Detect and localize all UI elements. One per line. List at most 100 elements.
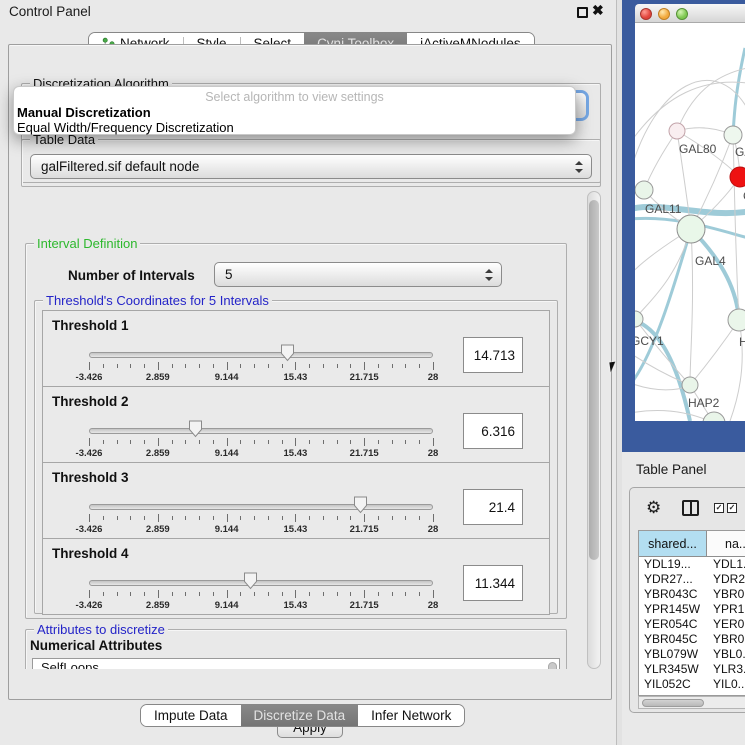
threshold-value-box[interactable]: 11.344: [463, 565, 523, 601]
screen: Control Panel ✖ NetworkStyleSelectCyni T…: [0, 0, 745, 745]
slider-handle[interactable]: [353, 496, 368, 514]
cell-shared-name[interactable]: YLR345W: [639, 662, 707, 677]
slider-track[interactable]: [89, 504, 433, 510]
checkbox-icon[interactable]: ✓: [714, 503, 724, 513]
thresholds-group: Threshold's Coordinates for 5 Intervals …: [34, 300, 558, 614]
node-gal11[interactable]: [635, 181, 653, 199]
column-header-shared[interactable]: shared...: [639, 531, 707, 556]
cell-shared-name[interactable]: YBR043C: [639, 587, 707, 602]
network-canvas[interactable]: GAL80GACGAL11GAL4GCY1HHAP2: [635, 23, 745, 421]
checkbox-icon[interactable]: ✓: [727, 503, 737, 513]
node-bottom[interactable]: [703, 412, 725, 421]
cell-name[interactable]: YLR3...: [707, 662, 745, 677]
table-row[interactable]: YLR345WYLR3...: [639, 662, 745, 677]
threshold-panel: Threshold 4 -3.4262.8599.14415.4321.7152…: [42, 538, 550, 615]
slider-handle[interactable]: [243, 572, 258, 590]
threshold-slider[interactable]: -3.4262.8599.14415.4321.71528: [89, 311, 433, 388]
number-of-intervals-combo[interactable]: 5: [214, 262, 502, 287]
cell-shared-name[interactable]: YBL079W: [639, 647, 707, 662]
horizontal-scrollbar-thumb[interactable]: [642, 699, 704, 707]
attribute-item[interactable]: SelfLoops: [33, 659, 559, 669]
node-table[interactable]: shared... na... YDL19...YDL1...YDR27...Y…: [638, 530, 745, 696]
table-panel: ⚙ ✓ ✓ shared... na... YDL19...YDL1...YDR…: [629, 487, 745, 713]
network-window-titlebar: [635, 4, 745, 23]
cell-name[interactable]: YER0...: [707, 617, 745, 632]
table-horizontal-scrollbar[interactable]: [638, 696, 745, 709]
threshold-slider[interactable]: -3.4262.8599.14415.4321.71528: [89, 387, 433, 464]
table-row[interactable]: YBL079WYBL0...: [639, 647, 745, 662]
close-light-red[interactable]: [640, 8, 652, 20]
cell-shared-name[interactable]: YPR145W: [639, 602, 707, 617]
node-red[interactable]: [730, 167, 745, 187]
float-window-icon[interactable]: [577, 7, 588, 18]
node-hap2[interactable]: [682, 377, 698, 393]
number-of-intervals-value: 5: [225, 267, 233, 282]
mode-tab-infer-network[interactable]: Infer Network: [358, 705, 464, 726]
table-row[interactable]: YIL052CYIL0...: [639, 677, 745, 692]
node-gal4[interactable]: [677, 215, 705, 243]
cell-name[interactable]: YBL0...: [707, 647, 745, 662]
vertical-scrollbar[interactable]: [587, 191, 601, 669]
numerical-attributes-list[interactable]: SelfLoopsTopologicalCoefficientBetweenne…: [32, 658, 560, 669]
table-row[interactable]: YDL19...YDL1...: [639, 557, 745, 572]
mode-tab-impute-data[interactable]: Impute Data: [141, 705, 241, 726]
interval-definition-group: Interval Definition Number of Intervals …: [25, 243, 567, 619]
cell-shared-name[interactable]: YDR27...: [639, 572, 707, 587]
table-row[interactable]: YER054CYER0...: [639, 617, 745, 632]
cell-shared-name[interactable]: YIL052C: [639, 677, 707, 692]
table-data-combo[interactable]: galFiltered.sif default node: [30, 154, 592, 179]
algorithm-hint-item[interactable]: Select algorithm to view settings: [14, 90, 575, 104]
cell-name[interactable]: YDL1...: [707, 557, 745, 572]
cell-shared-name[interactable]: YDL19...: [639, 557, 707, 572]
node-top-right[interactable]: [724, 126, 742, 144]
slider-track[interactable]: [89, 428, 433, 434]
minimize-light-yellow[interactable]: [658, 8, 670, 20]
close-icon[interactable]: ✖: [592, 2, 604, 19]
vertical-scrollbar-thumb[interactable]: [589, 200, 599, 560]
node-label: H: [739, 335, 745, 349]
slider-track[interactable]: [89, 352, 433, 358]
threshold-value-box[interactable]: 21.4: [463, 489, 523, 525]
slider-track[interactable]: [89, 580, 433, 586]
gear-icon[interactable]: ⚙: [646, 499, 661, 517]
threshold-panel: Threshold 1 -3.4262.8599.14415.4321.7152…: [42, 310, 550, 387]
cell-name[interactable]: YBR0...: [707, 587, 745, 602]
algorithm-dropdown-popup: Select algorithm to view settings Manual…: [13, 86, 576, 135]
column-header-name[interactable]: na...: [707, 531, 745, 556]
table-data-combo-value: galFiltered.sif default node: [41, 159, 199, 174]
zoom-light-green[interactable]: [676, 8, 688, 20]
network-view-window[interactable]: GAL80GACGAL11GAL4GCY1HHAP2: [622, 0, 745, 452]
cell-shared-name[interactable]: YBR045C: [639, 632, 707, 647]
slider-ticks: [89, 590, 433, 599]
cell-name[interactable]: YPR1...: [707, 602, 745, 617]
cell-name[interactable]: YIL0...: [707, 677, 745, 692]
threshold-panel: Threshold 3 -3.4262.8599.14415.4321.7152…: [42, 462, 550, 539]
list-scrollbar[interactable]: [548, 662, 557, 669]
table-row[interactable]: YDR27...YDR2...: [639, 572, 745, 587]
mode-tab-discretize-data[interactable]: Discretize Data: [241, 705, 359, 726]
columns-icon[interactable]: [682, 500, 699, 516]
table-row[interactable]: YBR043CYBR0...: [639, 587, 745, 602]
table-row[interactable]: YBR045CYBR0...: [639, 632, 745, 647]
algorithm-item-equal-width[interactable]: Equal Width/Frequency Discretization: [17, 120, 234, 135]
table-data-group: Table Data galFiltered.sif default node: [21, 139, 601, 187]
table-row[interactable]: YPR145WYPR1...: [639, 602, 745, 617]
right-column: GAL80GACGAL11GAL4GCY1HHAP2 Table Panel ⚙…: [622, 0, 745, 745]
threshold-value-box[interactable]: 14.713: [463, 337, 523, 373]
cell-shared-name[interactable]: YER054C: [639, 617, 707, 632]
slider-handle[interactable]: [280, 344, 295, 362]
slider-handle[interactable]: [188, 420, 203, 438]
node-right[interactable]: [728, 309, 745, 331]
threshold-slider[interactable]: -3.4262.8599.14415.4321.71528: [89, 539, 433, 616]
number-of-intervals-label: Number of Intervals: [68, 268, 195, 283]
interval-definition-title: Interval Definition: [34, 236, 140, 251]
slider-tick-labels: -3.4262.8599.14415.4321.71528: [89, 524, 433, 535]
threshold-slider[interactable]: -3.4262.8599.14415.4321.71528: [89, 463, 433, 540]
cell-name[interactable]: YDR2...: [707, 572, 745, 587]
node-gal80[interactable]: [669, 123, 685, 139]
table-panel-toolbar: ⚙ ✓ ✓: [630, 494, 745, 524]
threshold-value-box[interactable]: 6.316: [463, 413, 523, 449]
node-label: GAL11: [645, 202, 682, 216]
cell-name[interactable]: YBR0...: [707, 632, 745, 647]
algorithm-item-manual[interactable]: Manual Discretization: [17, 105, 151, 120]
